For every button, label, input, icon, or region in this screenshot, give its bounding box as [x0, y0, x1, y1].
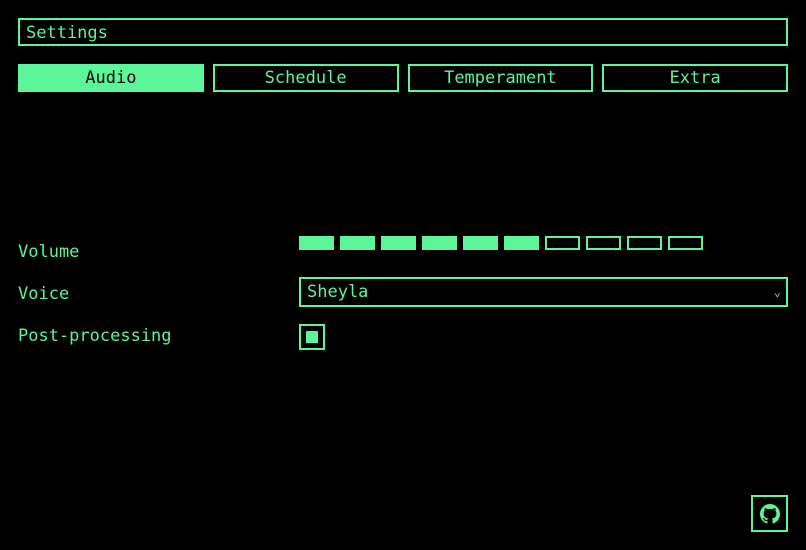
tab-extra[interactable]: Extra — [602, 64, 788, 92]
volume-segment[interactable] — [299, 236, 334, 250]
voice-select[interactable]: Sheyla ⌄ — [299, 277, 788, 307]
github-link[interactable] — [751, 495, 788, 532]
volume-segment[interactable] — [627, 236, 662, 250]
chevron-down-icon: ⌄ — [773, 285, 781, 299]
volume-slider[interactable] — [299, 236, 703, 250]
voice-select-value: Sheyla — [307, 282, 369, 302]
volume-segment[interactable] — [668, 236, 703, 250]
page-title: Settings — [26, 23, 108, 43]
tab-schedule[interactable]: Schedule — [212, 64, 399, 92]
tab-audio[interactable]: Audio — [18, 64, 204, 92]
tab-temperament[interactable]: Temperament — [407, 64, 594, 92]
voice-label: Voice — [18, 284, 70, 304]
volume-segment[interactable] — [504, 236, 539, 250]
volume-segment[interactable] — [381, 236, 416, 250]
checkbox-check-mark — [304, 329, 320, 345]
post-processing-label: Post-processing — [18, 326, 172, 346]
volume-label: Volume — [18, 242, 80, 262]
tab-bar: Audio Schedule Temperament Extra — [18, 64, 788, 92]
volume-segment[interactable] — [586, 236, 621, 250]
github-icon — [759, 503, 780, 524]
volume-segment[interactable] — [545, 236, 580, 250]
volume-segment[interactable] — [463, 236, 498, 250]
settings-title-bar: Settings — [18, 18, 788, 46]
post-processing-checkbox[interactable] — [299, 324, 325, 350]
volume-segment[interactable] — [340, 236, 375, 250]
volume-segment[interactable] — [422, 236, 457, 250]
